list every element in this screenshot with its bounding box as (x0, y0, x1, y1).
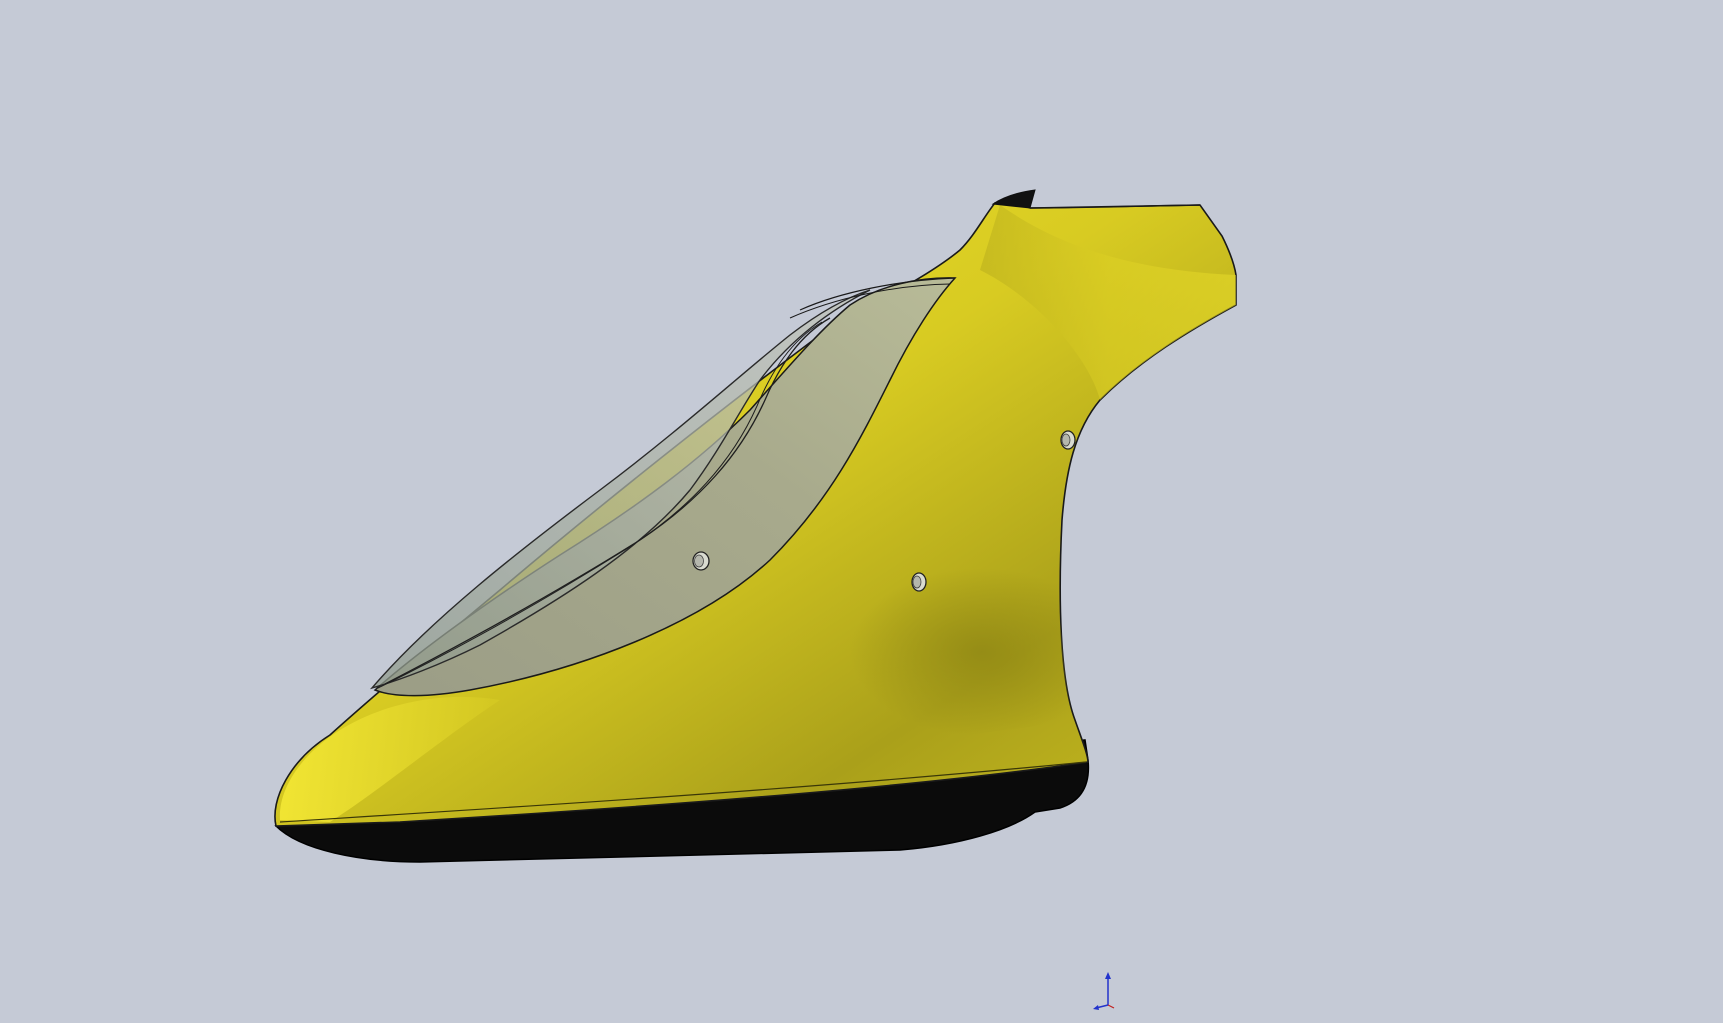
mounting-hole-1[interactable] (692, 551, 710, 571)
cad-model-view[interactable] (0, 0, 1723, 1023)
mounting-hole-3[interactable] (1060, 430, 1076, 450)
axis-triad-icon[interactable] (1093, 972, 1115, 1010)
cad-graphics-viewport[interactable] (0, 0, 1723, 1023)
mounting-hole-2[interactable] (911, 572, 927, 592)
